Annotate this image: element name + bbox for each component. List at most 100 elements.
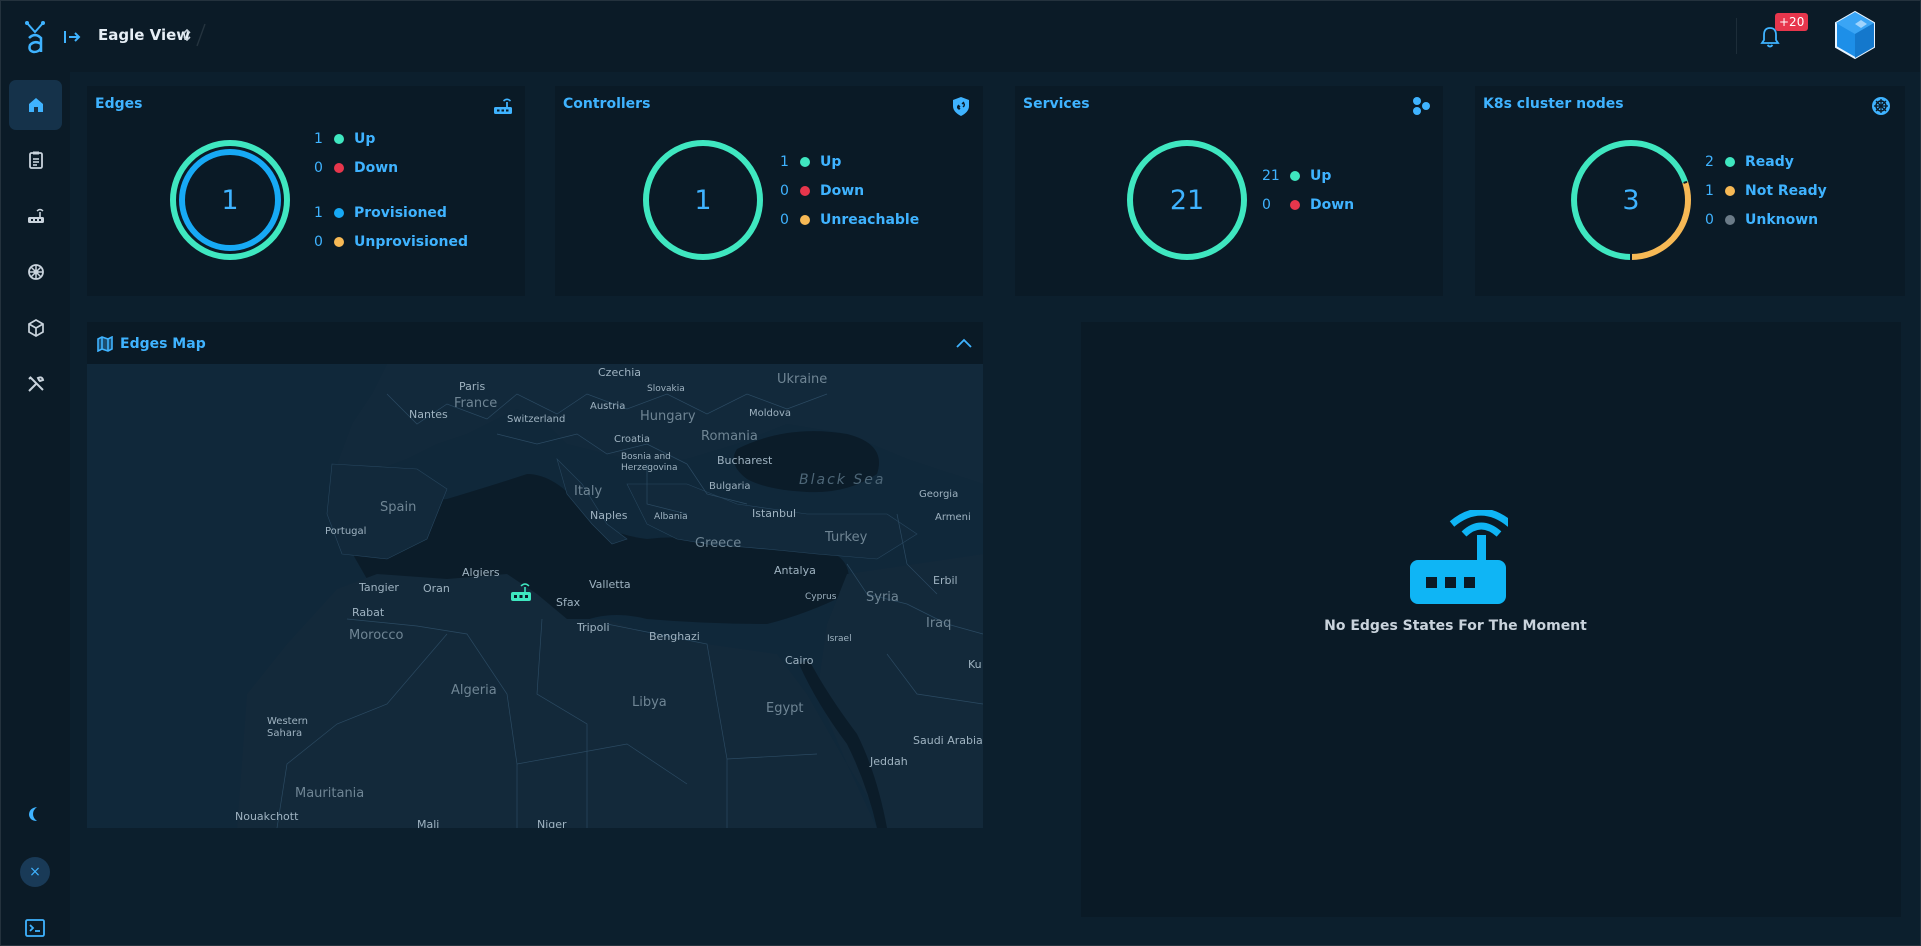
map-label: Valletta xyxy=(589,578,631,591)
edges-map-card: Edges Map Czechia Ukraine Slovakia Paris… xyxy=(87,322,983,828)
controllers-card: Controllers 1 1 Up 0 Down 0 Unreachable xyxy=(555,86,983,296)
map-label: Jeddah xyxy=(870,755,908,768)
status-dot xyxy=(1725,186,1735,196)
map-icon xyxy=(97,336,113,352)
map-label: France xyxy=(454,396,498,411)
legend-count: 0 xyxy=(1705,212,1714,228)
map-label: Iraq xyxy=(926,616,952,631)
map-label: Armeni xyxy=(935,512,971,523)
chevron-up-icon[interactable] xyxy=(955,335,973,353)
map-label: Oran xyxy=(423,582,450,595)
legend-item-unreachable: 0 Unreachable xyxy=(780,210,919,230)
map-label: Cyprus xyxy=(805,592,837,602)
terminal-icon[interactable] xyxy=(25,919,45,937)
helm-wheel-icon xyxy=(27,264,44,280)
legend-count: 0 xyxy=(780,183,789,199)
map-label: Egypt xyxy=(766,701,804,716)
status-dot xyxy=(800,157,810,167)
map-label: Israel xyxy=(827,634,852,644)
shield-link-icon xyxy=(953,97,969,116)
map-label: Ku xyxy=(968,658,982,671)
legend-item-down: 0 Down xyxy=(1262,195,1354,215)
top-header: Eagle View +20 xyxy=(0,0,1921,72)
status-dot xyxy=(1290,200,1300,210)
close-icon[interactable]: × xyxy=(20,857,50,887)
legend-count: 0 xyxy=(780,212,789,228)
sidebar-toggle-icon[interactable] xyxy=(63,29,81,45)
map-label: Hungary xyxy=(640,409,696,424)
map-label: Austria xyxy=(590,401,626,412)
map-label: Nantes xyxy=(409,408,448,421)
map-label: Switzerland xyxy=(507,414,566,425)
k8s-nodes-card: K8s cluster nodes 3 2 Ready 1 Not Ready 0 U… xyxy=(1475,86,1905,296)
clipboard-icon xyxy=(28,151,43,169)
legend-count: 0 xyxy=(314,234,323,250)
map-label: Cairo xyxy=(785,654,814,667)
status-dot xyxy=(1725,215,1735,225)
edges-total: 1 xyxy=(221,184,239,216)
status-dot xyxy=(1290,171,1300,181)
card-title: Controllers xyxy=(563,96,651,112)
helm-wheel-icon xyxy=(1872,97,1890,115)
user-avatar[interactable] xyxy=(1834,10,1876,60)
services-cluster-icon xyxy=(1413,97,1430,115)
map-label: Antalya xyxy=(774,564,816,577)
dashboard-content: Edges 1 1 Up 0 Down 1 Provisioned 0 Unprovis… xyxy=(70,72,1921,946)
status-dot xyxy=(334,163,344,173)
map-label: Syria xyxy=(866,590,899,605)
legend-count: 0 xyxy=(1262,197,1271,213)
legend-item-down: 0 Down xyxy=(780,181,864,201)
map-label: Tripoli xyxy=(577,621,610,634)
sidebar-item-clipboard[interactable] xyxy=(9,135,62,185)
status-dot xyxy=(334,237,344,247)
legend-label: Provisioned xyxy=(354,205,447,221)
app-logo[interactable] xyxy=(22,20,48,54)
legend-label: Up xyxy=(1310,168,1332,184)
sidebar-item-tools[interactable] xyxy=(9,359,62,409)
map-label: Bucharest xyxy=(717,454,773,467)
map-label: Mali xyxy=(417,818,440,828)
map-label: Western Sahara xyxy=(267,716,309,739)
card-title: K8s cluster nodes xyxy=(1483,96,1624,112)
map-label: Mauritania xyxy=(295,786,365,801)
legend-item-down: 0 Down xyxy=(314,158,398,178)
map-label: Moldova xyxy=(749,408,792,419)
sidebar-item-packages[interactable] xyxy=(9,303,62,353)
map-label: Morocco xyxy=(349,628,404,643)
legend-count: 1 xyxy=(314,131,323,147)
legend-item-up: 21 Up xyxy=(1262,166,1331,186)
router-icon xyxy=(1410,510,1508,604)
chevron-updown-icon[interactable] xyxy=(182,26,192,44)
legend-label: Down xyxy=(820,183,865,199)
status-dot xyxy=(800,215,810,225)
project-selector[interactable]: Eagle View xyxy=(98,26,190,44)
edges-map[interactable]: Czechia Ukraine Slovakia Paris France Au… xyxy=(87,364,983,828)
map-label: Greece xyxy=(695,536,742,551)
map-label: Rabat xyxy=(352,606,385,619)
map-geography xyxy=(87,364,983,828)
legend-item-unprovisioned: 0 Unprovisioned xyxy=(314,232,468,252)
map-label: Istanbul xyxy=(752,507,797,520)
map-label: Black Sea xyxy=(799,472,886,488)
map-label: Albania xyxy=(654,512,688,522)
moon-icon[interactable] xyxy=(24,804,44,824)
sidebar-item-home[interactable] xyxy=(9,80,62,130)
notification-badge: +20 xyxy=(1775,13,1809,31)
status-dot xyxy=(800,186,810,196)
map-label: Portugal xyxy=(325,526,367,537)
services-total: 21 xyxy=(1169,184,1205,216)
legend-count: 0 xyxy=(314,160,323,176)
legend-label: Not Ready xyxy=(1745,183,1827,199)
legend-label: Ready xyxy=(1745,154,1794,170)
card-title: Edges xyxy=(95,96,143,112)
legend-label: Up xyxy=(354,131,376,147)
legend-count: 2 xyxy=(1705,154,1714,170)
map-label: Saudi Arabia xyxy=(913,734,983,747)
sidebar-item-edges[interactable] xyxy=(9,191,62,241)
legend-item-provisioned: 1 Provisioned xyxy=(314,203,447,223)
sidebar-item-kubernetes[interactable] xyxy=(9,247,62,297)
status-dot xyxy=(1725,157,1735,167)
map-label: Georgia xyxy=(919,489,959,500)
map-label: Benghazi xyxy=(649,630,700,643)
map-label: Slovakia xyxy=(647,384,685,394)
